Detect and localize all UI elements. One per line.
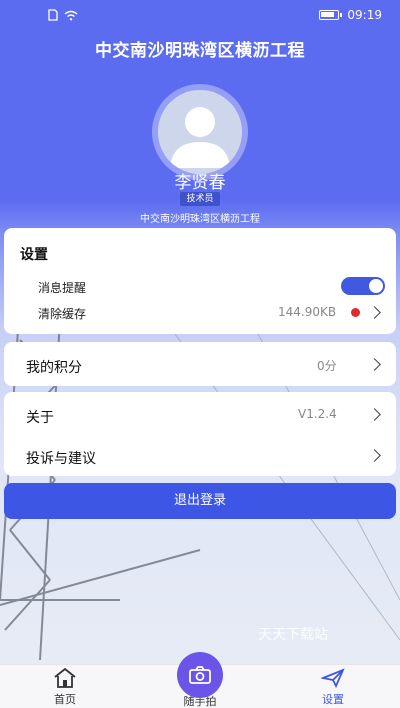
points-row[interactable]: 我的积分 0分 — [4, 342, 396, 386]
tab-settings[interactable]: 设置 — [293, 665, 373, 708]
feedback-label[interactable]: 投诉与建议 — [26, 448, 96, 468]
watermark: 天天下载站 — [258, 627, 328, 643]
about-card: 关于 V1.2.4 投诉与建议 — [4, 392, 396, 476]
notification-dot — [351, 308, 360, 317]
user-avatar-icon — [158, 90, 242, 174]
about-label[interactable]: 关于 — [26, 407, 54, 427]
status-bar: 09:19 — [0, 0, 400, 32]
battery-icon — [319, 10, 343, 20]
tab-home-label: 首页 — [54, 693, 76, 706]
settings-card: 设置 消息提醒 清除缓存 144.90KB — [4, 228, 396, 334]
status-time: 09:19 — [347, 8, 382, 22]
camera-icon — [189, 666, 211, 684]
camera-button[interactable] — [177, 652, 223, 698]
user-name: 李贤春 — [174, 173, 226, 193]
chevron-right-icon[interactable] — [368, 449, 381, 462]
settings-title: 设置 — [20, 247, 48, 263]
tab-settings-label: 设置 — [322, 693, 344, 706]
page-title: 中交南沙明珠湾区横沥工程 — [95, 41, 305, 61]
role-badge: 技术员 — [180, 192, 220, 206]
sim-icon — [48, 9, 58, 21]
points-label: 我的积分 — [26, 360, 82, 376]
tab-home[interactable]: 首页 — [25, 665, 105, 708]
toggle-knob — [369, 279, 383, 293]
avatar[interactable] — [152, 84, 248, 180]
wifi-icon — [64, 10, 78, 20]
clear-cache-label[interactable]: 清除缓存 — [38, 305, 86, 322]
version-value: V1.2.4 — [298, 407, 337, 421]
chevron-right-icon[interactable] — [368, 306, 381, 319]
cache-size: 144.90KB — [278, 305, 337, 319]
user-project: 中交南沙明珠湾区横沥工程 — [140, 214, 260, 225]
points-value: 0分 — [317, 359, 337, 373]
home-icon — [54, 668, 76, 688]
logout-button[interactable]: 退出登录 — [4, 483, 396, 519]
chevron-right-icon[interactable] — [368, 408, 381, 421]
message-reminder-label: 消息提醒 — [38, 281, 87, 295]
message-reminder-toggle[interactable] — [341, 277, 385, 295]
chevron-right-icon — [368, 358, 381, 371]
airplane-icon — [321, 668, 345, 688]
